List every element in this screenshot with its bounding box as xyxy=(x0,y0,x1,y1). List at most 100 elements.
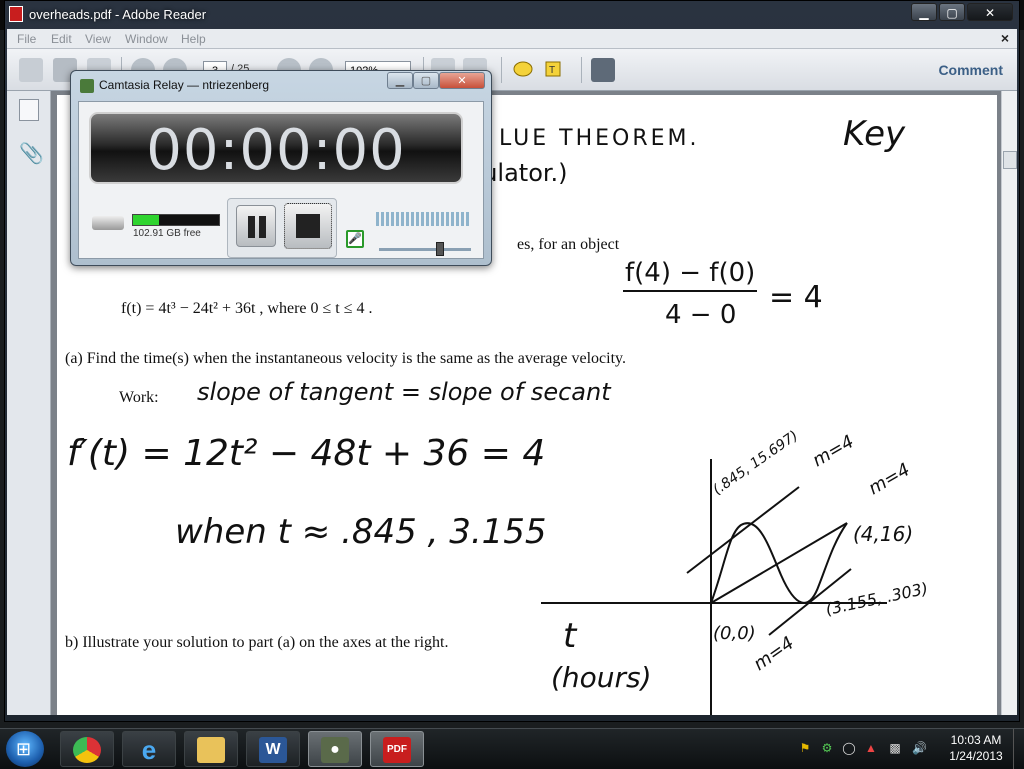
menu-file[interactable]: File xyxy=(17,32,36,46)
average-result: = 4 xyxy=(769,280,823,315)
taskbar-file-explorer[interactable] xyxy=(184,731,238,767)
tray-update-icon[interactable]: ◯ xyxy=(842,741,856,755)
sticky-note-icon[interactable] xyxy=(511,58,535,82)
taskbar-chrome[interactable] xyxy=(60,731,114,767)
audio-level-bar xyxy=(436,212,439,226)
tray-speaker-alert-icon[interactable]: ▲ xyxy=(864,741,878,755)
part-b-question: b) Illustrate your solution to part (a) … xyxy=(65,634,448,651)
record-controls xyxy=(227,198,337,258)
start-button[interactable]: ⊞ xyxy=(6,731,44,767)
tray-volume-icon[interactable]: 🔊 xyxy=(912,741,927,755)
minimize-button[interactable]: ▁ xyxy=(911,3,937,21)
camtasia-app-icon xyxy=(80,79,94,93)
derivative-equation: f′(t) = 12t² − 48t + 36 = 4 xyxy=(67,433,545,474)
clock-date: 1/24/2013 xyxy=(949,749,1003,763)
graph-label-point-2: (4,16) xyxy=(853,522,913,546)
camtasia-title: Camtasia Relay — ntriezenberg xyxy=(99,78,270,92)
audio-level-bar xyxy=(406,212,409,226)
camtasia-relay-window: Camtasia Relay — ntriezenberg ▁ ▢ ✕ 00:0… xyxy=(70,70,492,266)
page-thumbnails-icon[interactable] xyxy=(19,99,39,121)
audio-level-bar xyxy=(416,212,419,226)
axis-label-t: t xyxy=(563,616,578,656)
menu-bar: File Edit View Window Help × xyxy=(7,29,1017,49)
menu-view[interactable]: View xyxy=(85,32,111,46)
graph-label-slope-2: m=4 xyxy=(865,459,914,499)
pause-button[interactable] xyxy=(236,205,276,247)
audio-level-bar xyxy=(451,212,454,226)
taskbar-adobe-reader[interactable]: PDF xyxy=(370,731,424,767)
internet-explorer-icon: e xyxy=(141,735,157,765)
scrollbar-thumb[interactable] xyxy=(1003,151,1017,169)
menu-help[interactable]: Help xyxy=(181,32,206,46)
camtasia-minimize-button[interactable]: ▁ xyxy=(387,72,413,89)
show-desktop-button[interactable] xyxy=(1013,729,1024,769)
audio-level-bar xyxy=(376,212,379,226)
close-document-icon[interactable]: × xyxy=(1001,30,1009,46)
taskbar-word[interactable]: W xyxy=(246,731,300,767)
audio-level-bar xyxy=(446,212,449,226)
recording-timer: 00:00:00 xyxy=(89,112,463,184)
word-icon: W xyxy=(259,737,287,763)
audio-level-meter xyxy=(376,212,472,226)
tray-network-share-icon[interactable]: ⚙ xyxy=(820,741,834,755)
camtasia-close-button[interactable]: ✕ xyxy=(439,72,485,89)
disk-space-bar xyxy=(132,214,220,226)
audio-level-bar xyxy=(421,212,424,226)
graph-label-point-3: (3.155, .303) xyxy=(824,579,930,619)
average-denominator: 4 − 0 xyxy=(665,300,736,330)
graph-label-slope-1: m=4 xyxy=(809,431,858,471)
camtasia-maximize-button[interactable]: ▢ xyxy=(413,72,439,89)
graph-label-slope-3: m=4 xyxy=(750,633,798,675)
key-label: Key xyxy=(843,114,906,154)
vertical-scrollbar[interactable] xyxy=(1001,91,1017,715)
toolbar-separator xyxy=(581,57,582,83)
part-a-question: (a) Find the time(s) when the instantane… xyxy=(65,350,626,367)
recorder-panel: 00:00:00 102.91 GB free 🎤 xyxy=(78,101,484,259)
audio-level-bar xyxy=(411,212,414,226)
audio-level-bar xyxy=(391,212,394,226)
disk-free-label: 102.91 GB free xyxy=(133,228,201,239)
audio-level-bar xyxy=(456,212,459,226)
disk-space-fill xyxy=(133,215,159,225)
folder-icon xyxy=(197,737,225,763)
highlight-text-icon[interactable]: T xyxy=(543,58,567,82)
tray-flag-icon[interactable]: ⚑ xyxy=(798,741,812,755)
audio-level-bar xyxy=(381,212,384,226)
volume-slider-track[interactable] xyxy=(379,248,471,251)
tray-network-icon[interactable]: ▩ xyxy=(888,741,902,755)
audio-level-bar xyxy=(431,212,434,226)
save-icon[interactable] xyxy=(19,58,43,82)
function-equation: f(t) = 4t³ − 24t² + 36t , where 0 ≤ t ≤ … xyxy=(121,300,373,317)
window-title: overheads.pdf - Adobe Reader xyxy=(29,7,207,22)
camtasia-icon: ● xyxy=(321,737,349,763)
close-button[interactable]: ✕ xyxy=(967,3,1013,21)
comment-pane-button[interactable]: Comment xyxy=(938,62,1003,78)
microphone-icon[interactable]: 🎤 xyxy=(346,230,364,248)
audio-level-bar xyxy=(441,212,444,226)
audio-level-bar xyxy=(461,212,464,226)
audio-level-bar xyxy=(426,212,429,226)
stop-button[interactable] xyxy=(284,203,332,249)
clock[interactable]: 10:03 AM 1/24/2013 xyxy=(940,732,1012,764)
audio-level-bar xyxy=(401,212,404,226)
attachments-icon[interactable]: 📎 xyxy=(19,141,44,165)
taskbar-camtasia[interactable]: ● xyxy=(308,731,362,767)
volume-slider-knob[interactable] xyxy=(436,242,445,256)
work-label: Work: xyxy=(119,389,159,406)
average-numerator: f(4) − f(0) xyxy=(625,258,755,288)
menu-edit[interactable]: Edit xyxy=(51,32,72,46)
taskbar-internet-explorer[interactable]: e xyxy=(122,731,176,767)
title-bar: overheads.pdf - Adobe Reader ▁ ▢ ✕ xyxy=(5,1,1019,29)
solution-text: when t ≈ .845 , 3.155 xyxy=(175,512,547,552)
taskbar: ⊞ e W ● PDF ⚑ ⚙ ◯ ▲ ▩ 🔊 10:03 AM 1/24/20… xyxy=(0,728,1024,769)
expand-icon[interactable] xyxy=(591,58,615,82)
axis-label-hours: (hours) xyxy=(551,661,652,694)
timer-readout: 00:00:00 xyxy=(146,118,406,183)
toolbar-separator xyxy=(501,57,502,83)
menu-window[interactable]: Window xyxy=(125,32,168,46)
svg-text:T: T xyxy=(549,65,555,76)
maximize-button[interactable]: ▢ xyxy=(939,3,965,21)
pdf-icon: PDF xyxy=(383,737,411,763)
audio-level-bar xyxy=(396,212,399,226)
audio-level-bar xyxy=(386,212,389,226)
